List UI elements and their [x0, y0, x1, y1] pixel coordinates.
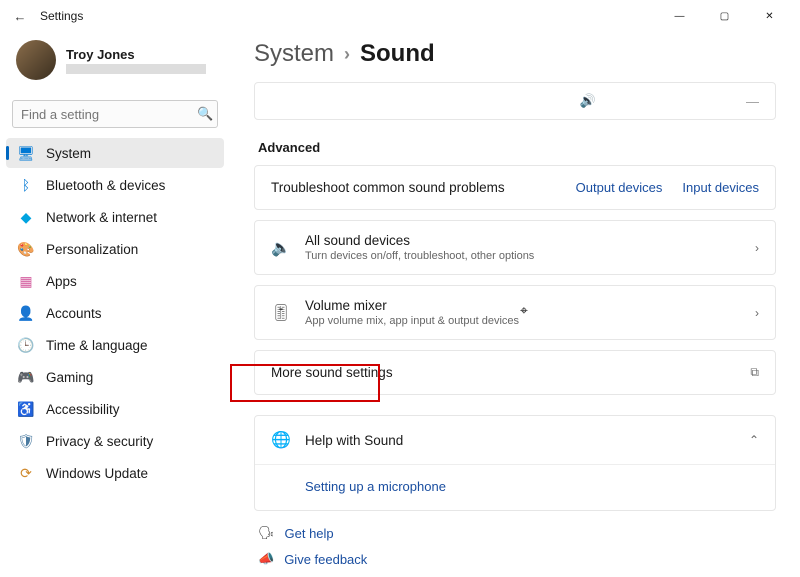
all-sound-devices-row[interactable]: 🔈 All sound devices Turn devices on/off,… [255, 221, 775, 274]
more-sound-settings-row[interactable]: More sound settings ⧉ [254, 350, 776, 395]
sidebar-item-bluetooth[interactable]: ᛒ Bluetooth & devices [6, 170, 224, 200]
accessibility-icon: ♿ [18, 401, 34, 417]
sidebar-item-label: Windows Update [46, 466, 148, 481]
sidebar-item-privacy[interactable]: 🛡 Privacy & security [6, 426, 224, 456]
sidebar-item-system[interactable]: 🖥 System [6, 138, 224, 168]
maximize-button[interactable]: ▢ [702, 0, 747, 32]
breadcrumb-parent[interactable]: System [254, 40, 334, 68]
window-title: Settings [40, 9, 657, 23]
sidebar-item-label: Accounts [46, 306, 102, 321]
troubleshoot-row: Troubleshoot common sound problems Outpu… [254, 165, 776, 210]
update-icon: ⟳ [18, 465, 34, 481]
help-icon: 🌐 [271, 430, 291, 450]
sidebar-item-update[interactable]: ⟳ Windows Update [6, 458, 224, 488]
sidebar-item-label: Accessibility [46, 402, 120, 417]
help-with-sound-toggle[interactable]: 🌐 Help with Sound ⌃ [255, 416, 775, 464]
volume-card[interactable]: 🔊 — [254, 82, 776, 120]
avatar [16, 40, 56, 80]
sidebar-item-network[interactable]: ◆ Network & internet [6, 202, 224, 232]
sidebar-item-label: Apps [46, 274, 77, 289]
personalization-icon: 🎨 [18, 241, 34, 257]
volume-icon: 🔊 [580, 93, 596, 109]
search-input[interactable] [21, 107, 197, 122]
minimize-button[interactable]: — [657, 0, 702, 32]
output-devices-link[interactable]: Output devices [576, 180, 663, 195]
setup-microphone-link[interactable]: Setting up a microphone [305, 479, 446, 494]
sidebar-item-label: Network & internet [46, 210, 157, 225]
chevron-up-icon: ⌃ [749, 433, 759, 447]
speaker-icon: 🔈 [271, 238, 291, 258]
sidebar-item-apps[interactable]: ▦ Apps [6, 266, 224, 296]
user-email [66, 64, 206, 74]
sidebar-item-label: Personalization [46, 242, 138, 257]
close-button[interactable]: ✕ [747, 0, 792, 32]
sidebar-item-label: Time & language [46, 338, 148, 353]
get-help-icon: 🗣 [258, 525, 275, 541]
advanced-label: Advanced [258, 140, 776, 155]
user-profile[interactable]: Troy Jones [6, 32, 224, 92]
mixer-icon: 🎚 [271, 303, 291, 323]
troubleshoot-title: Troubleshoot common sound problems [271, 180, 556, 195]
give-feedback-link[interactable]: 📣 Give feedback [258, 551, 776, 567]
chevron-right-icon: › [755, 306, 759, 320]
mouse-cursor: ⌖ [520, 302, 528, 319]
sidebar-item-personalization[interactable]: 🎨 Personalization [6, 234, 224, 264]
apps-icon: ▦ [18, 273, 34, 289]
gaming-icon: 🎮 [18, 369, 34, 385]
chevron-right-icon: › [755, 241, 759, 255]
system-icon: 🖥 [18, 145, 34, 161]
page-title: Sound [360, 40, 435, 68]
volume-mixer-row[interactable]: 🎚 Volume mixer App volume mix, app input… [255, 286, 775, 339]
search-box[interactable]: 🔍 [12, 100, 218, 128]
feedback-icon: 📣 [258, 551, 274, 567]
sidebar-item-gaming[interactable]: 🎮 Gaming [6, 362, 224, 392]
sidebar-item-label: Bluetooth & devices [46, 178, 165, 193]
bluetooth-icon: ᛒ [18, 177, 34, 193]
sidebar-item-accounts[interactable]: 👤 Accounts [6, 298, 224, 328]
input-devices-link[interactable]: Input devices [682, 180, 759, 195]
network-icon: ◆ [18, 209, 34, 225]
get-help-link[interactable]: 🗣 Get help [258, 525, 776, 541]
search-icon: 🔍 [197, 106, 213, 122]
external-link-icon: ⧉ [750, 365, 759, 380]
sidebar-item-label: Gaming [46, 370, 93, 385]
breadcrumb-separator: › [344, 44, 350, 65]
sidebar-item-accessibility[interactable]: ♿ Accessibility [6, 394, 224, 424]
sidebar-item-time-language[interactable]: 🕒 Time & language [6, 330, 224, 360]
user-name: Troy Jones [66, 47, 206, 62]
accounts-icon: 👤 [18, 305, 34, 321]
back-button[interactable]: ← [8, 9, 32, 24]
help-with-sound-card: 🌐 Help with Sound ⌃ Setting up a microph… [254, 415, 776, 511]
time-language-icon: 🕒 [18, 337, 34, 353]
sidebar-item-label: Privacy & security [46, 434, 153, 449]
sidebar-item-label: System [46, 146, 91, 161]
privacy-icon: 🛡 [18, 433, 34, 449]
